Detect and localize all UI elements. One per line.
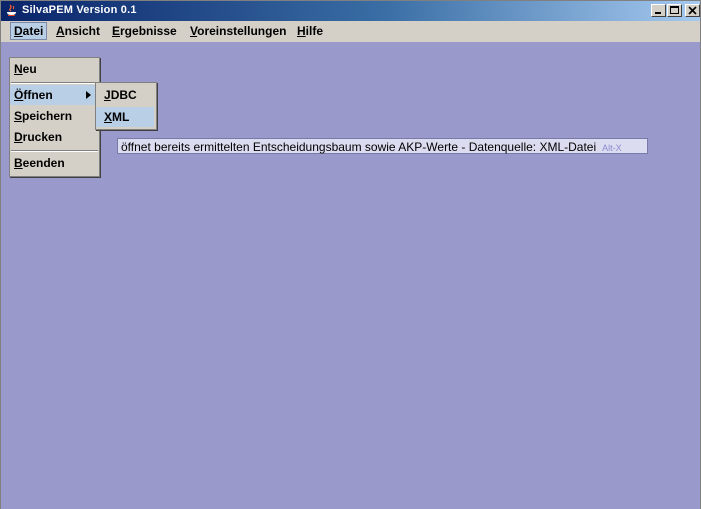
minimize-icon — [655, 12, 661, 14]
minimize-button[interactable] — [651, 4, 666, 17]
menu-item-jdbc[interactable]: JDBC — [96, 85, 154, 105]
menu-item-neu[interactable]: Neu — [10, 59, 97, 79]
menu-datei[interactable]: Datei — [10, 22, 48, 40]
close-icon — [688, 6, 697, 15]
title-bar[interactable]: SilvaPEM Version 0.1 — [1, 1, 700, 21]
menu-item-speichern[interactable]: Speichern — [10, 106, 97, 126]
datei-dropdown-menu: Neu Öffnen Speichern Drucken Beenden — [9, 57, 100, 177]
menu-voreinstellungen[interactable]: Voreinstellungen — [187, 23, 289, 39]
tooltip-text: öffnet bereits ermittelten Entscheidungs… — [121, 140, 597, 154]
menu-separator — [11, 82, 98, 84]
maximize-icon — [670, 6, 679, 14]
maximize-button[interactable] — [667, 4, 682, 17]
tooltip-accelerator: Alt-X — [602, 143, 622, 153]
menu-ergebnisse[interactable]: Ergebnisse — [109, 23, 180, 39]
application-window: SilvaPEM Version 0.1 Datei Ansicht Ergeb… — [0, 0, 701, 509]
java-coffee-icon — [4, 3, 19, 18]
menu-item-drucken[interactable]: Drucken — [10, 127, 97, 147]
window-title: SilvaPEM Version 0.1 — [22, 4, 137, 16]
tooltip: öffnet bereits ermittelten Entscheidungs… — [117, 138, 648, 154]
oeffnen-submenu: JDBC XML — [95, 82, 157, 130]
close-button[interactable] — [685, 4, 700, 17]
menu-item-xml[interactable]: XML — [96, 107, 154, 127]
menu-ansicht[interactable]: Ansicht — [53, 23, 103, 39]
menu-item-oeffnen[interactable]: Öffnen — [10, 85, 97, 105]
menu-separator — [11, 150, 98, 152]
menu-item-beenden[interactable]: Beenden — [10, 153, 97, 173]
menu-bar: Datei Ansicht Ergebnisse Voreinstellunge… — [1, 21, 700, 41]
menu-hilfe[interactable]: Hilfe — [294, 23, 326, 39]
submenu-arrow-icon — [86, 91, 91, 99]
